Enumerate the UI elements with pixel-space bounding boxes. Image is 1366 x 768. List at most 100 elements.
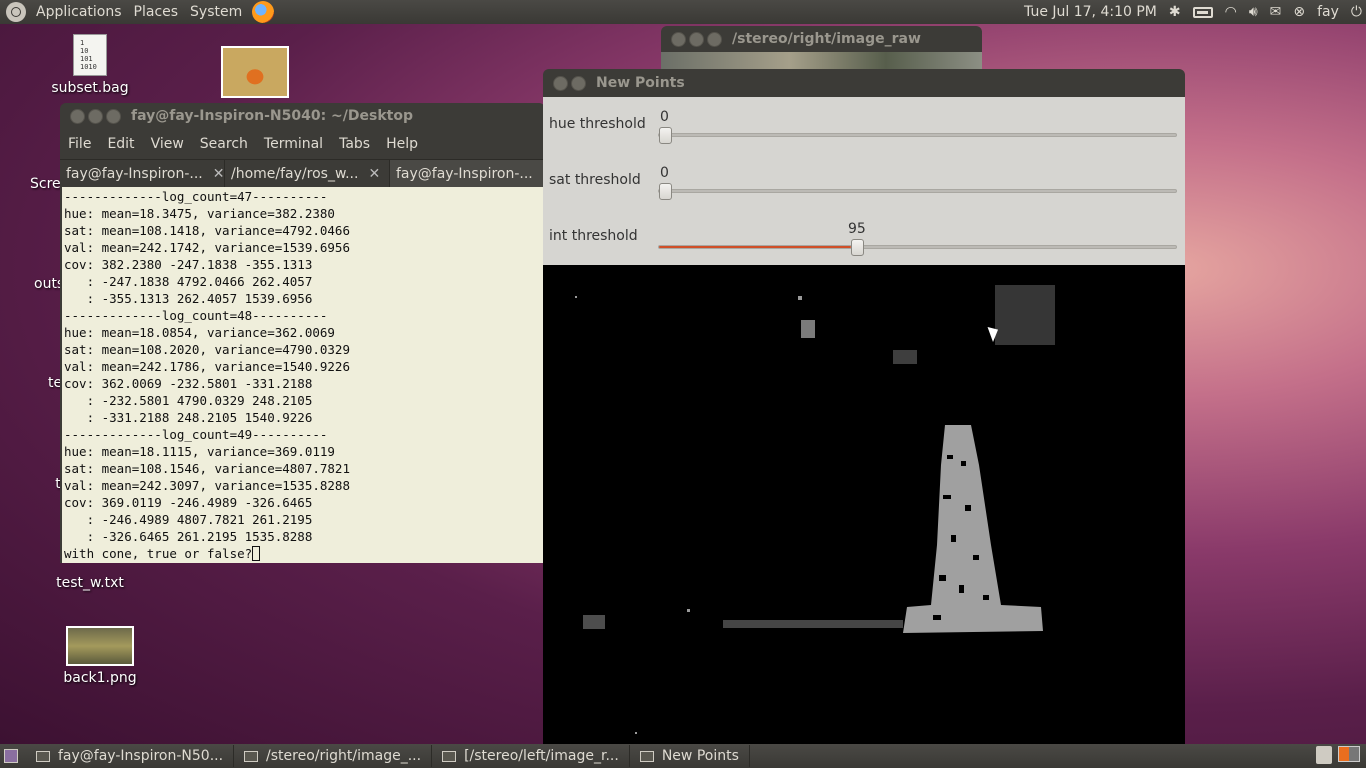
titlebar[interactable]: New Points [543, 69, 1185, 97]
slider-thumb[interactable] [659, 127, 672, 144]
trash-icon[interactable] [1316, 746, 1332, 764]
desktop-icon-cone-image[interactable] [220, 46, 290, 102]
titlebar[interactable]: fay@fay-Inspiron-N5040: ~/Desktop [60, 103, 545, 129]
close-icon[interactable] [553, 75, 568, 91]
tab-label: fay@fay-Inspiron-... [396, 165, 533, 182]
terminal-line: -------------log_count=49---------- [64, 427, 328, 442]
wifi-icon[interactable]: ◠ [1221, 4, 1241, 20]
system-menu[interactable]: System [184, 4, 248, 20]
menu-tabs[interactable]: Tabs [331, 136, 378, 152]
new-points-window[interactable]: New Points hue threshold 0 sat threshold… [543, 69, 1185, 745]
text-file-icon: 1 10 101 1010 [73, 34, 107, 76]
terminal-line: sat: mean=108.2020, variance=4790.0329 [64, 342, 350, 357]
mail-icon[interactable]: ✉ [1266, 4, 1286, 20]
maximize-icon[interactable] [106, 108, 121, 124]
noise-speck [635, 732, 637, 734]
noise-cluster [995, 285, 1055, 345]
window-title: /stereo/right/image_raw [732, 31, 921, 47]
taskbar-item-terminal[interactable]: fay@fay-Inspiron-N50... [26, 745, 235, 767]
taskbar-item-stereo-left[interactable]: [/stereo/left/image_r... [432, 745, 630, 767]
titlebar[interactable]: /stereo/right/image_raw [661, 26, 982, 52]
terminal-line: cov: 362.0069 -232.5801 -331.2188 [64, 376, 313, 391]
ubuntu-logo-icon[interactable] [6, 2, 26, 22]
volume-icon[interactable]: 🔊︎ [1245, 4, 1262, 20]
hue-threshold-row: hue threshold 0 [543, 97, 1185, 153]
slider-thumb[interactable] [851, 239, 865, 256]
noise-speck [687, 609, 690, 612]
power-icon[interactable]: ⏻ [1347, 4, 1366, 20]
show-desktop-icon[interactable] [4, 749, 18, 763]
window-title: fay@fay-Inspiron-N5040: ~/Desktop [131, 108, 413, 124]
desktop-icon-subset[interactable]: 1 10 101 1010 subset.bag [48, 34, 132, 96]
menu-terminal[interactable]: Terminal [256, 136, 331, 152]
int-threshold-slider[interactable] [658, 239, 1177, 256]
int-threshold-row: int threshold 95 [543, 209, 1185, 265]
user-name[interactable]: fay [1313, 4, 1343, 20]
terminal-line: hue: mean=18.1115, variance=369.0119 [64, 444, 335, 459]
menu-view[interactable]: View [143, 136, 192, 152]
noise-speck [798, 296, 802, 300]
tab-1[interactable]: fay@fay-Inspiron-... ✕ [60, 160, 225, 187]
bottom-panel: fay@fay-Inspiron-N50... /stereo/right/im… [0, 744, 1366, 768]
terminal-prompt[interactable]: with cone, true or false? [64, 545, 541, 562]
close-icon[interactable] [70, 108, 85, 124]
terminal-line: : -326.6465 261.2195 1535.8288 [64, 529, 313, 544]
terminal-line: val: mean=242.1742, variance=1539.6956 [64, 240, 350, 255]
terminal-line: sat: mean=108.1418, variance=4792.0466 [64, 223, 350, 238]
terminal-output[interactable]: -------------log_count=47---------- hue: … [62, 187, 543, 563]
image-thumbnail-icon [66, 626, 134, 666]
tab-label: fay@fay-Inspiron-... [66, 165, 203, 182]
hue-threshold-slider[interactable] [658, 127, 1177, 144]
terminal-line: val: mean=242.3097, variance=1535.8288 [64, 478, 350, 493]
minimize-icon[interactable] [689, 31, 704, 47]
minimize-icon[interactable] [88, 108, 103, 124]
slider-label: int threshold [549, 228, 638, 244]
terminal-line: : -232.5801 4790.0329 248.2105 [64, 393, 313, 408]
applications-menu[interactable]: Applications [30, 4, 128, 20]
terminal-window[interactable]: fay@fay-Inspiron-N5040: ~/Desktop File E… [60, 103, 545, 563]
window-icon [442, 750, 457, 762]
desktop-icon-scre[interactable]: Scre [30, 176, 61, 192]
slider-thumb[interactable] [659, 183, 672, 200]
menu-edit[interactable]: Edit [99, 136, 142, 152]
noise-speck [801, 320, 815, 338]
maximize-icon[interactable] [707, 31, 722, 47]
close-icon[interactable]: ✕ [213, 166, 224, 182]
battery-icon[interactable] [1189, 6, 1217, 18]
slider-value: 0 [660, 165, 669, 181]
desktop-icon-label: Scre [30, 176, 61, 192]
sat-threshold-slider[interactable] [658, 183, 1177, 200]
terminal-line: -------------log_count=47---------- [64, 189, 328, 204]
clock[interactable]: Tue Jul 17, 4:10 PM [1020, 4, 1161, 20]
firefox-icon[interactable] [252, 1, 275, 23]
desktop-icon-label: back1.png [63, 670, 137, 686]
threshold-controls: hue threshold 0 sat threshold 0 int thre… [543, 97, 1185, 265]
thresholded-image-canvas[interactable] [543, 265, 1185, 745]
desktop-icon-test-w[interactable]: test_w.txt [48, 575, 132, 591]
terminal-line: hue: mean=18.3475, variance=382.2380 [64, 206, 335, 221]
workspace-switcher-icon[interactable] [1338, 746, 1360, 762]
tab-3[interactable]: fay@fay-Inspiron-...✕ [390, 160, 545, 187]
menu-file[interactable]: File [60, 136, 99, 152]
terminal-icon [36, 750, 50, 762]
taskbar-item-new-points[interactable]: New Points [630, 745, 750, 767]
terminal-line: cov: 382.2380 -247.1838 -355.1313 [64, 257, 313, 272]
taskbar-item-stereo-right[interactable]: /stereo/right/image_... [234, 745, 433, 767]
prompt-text: with cone, true or false? [64, 546, 253, 561]
menu-help[interactable]: Help [378, 136, 426, 152]
desktop-icon-label: test_w.txt [56, 575, 124, 591]
minimize-icon[interactable] [571, 75, 586, 91]
sat-threshold-row: sat threshold 0 [543, 153, 1185, 209]
tab-2[interactable]: /home/fay/ros_w... ✕ [225, 160, 390, 187]
terminal-line: hue: mean=18.0854, variance=362.0069 [64, 325, 335, 340]
places-menu[interactable]: Places [128, 4, 185, 20]
menu-search[interactable]: Search [192, 136, 256, 152]
close-icon[interactable]: ✕ [368, 166, 380, 182]
close-icon[interactable] [671, 31, 686, 47]
user-status-icon[interactable]: ⊗ [1289, 4, 1309, 20]
desktop-icon-back1[interactable]: back1.png [58, 626, 142, 686]
terminal-line: val: mean=242.1786, variance=1540.9226 [64, 359, 350, 374]
tab-bar: fay@fay-Inspiron-... ✕ /home/fay/ros_w...… [60, 159, 545, 187]
noise-line [723, 620, 903, 628]
bluetooth-icon[interactable]: ✱ [1165, 4, 1185, 20]
